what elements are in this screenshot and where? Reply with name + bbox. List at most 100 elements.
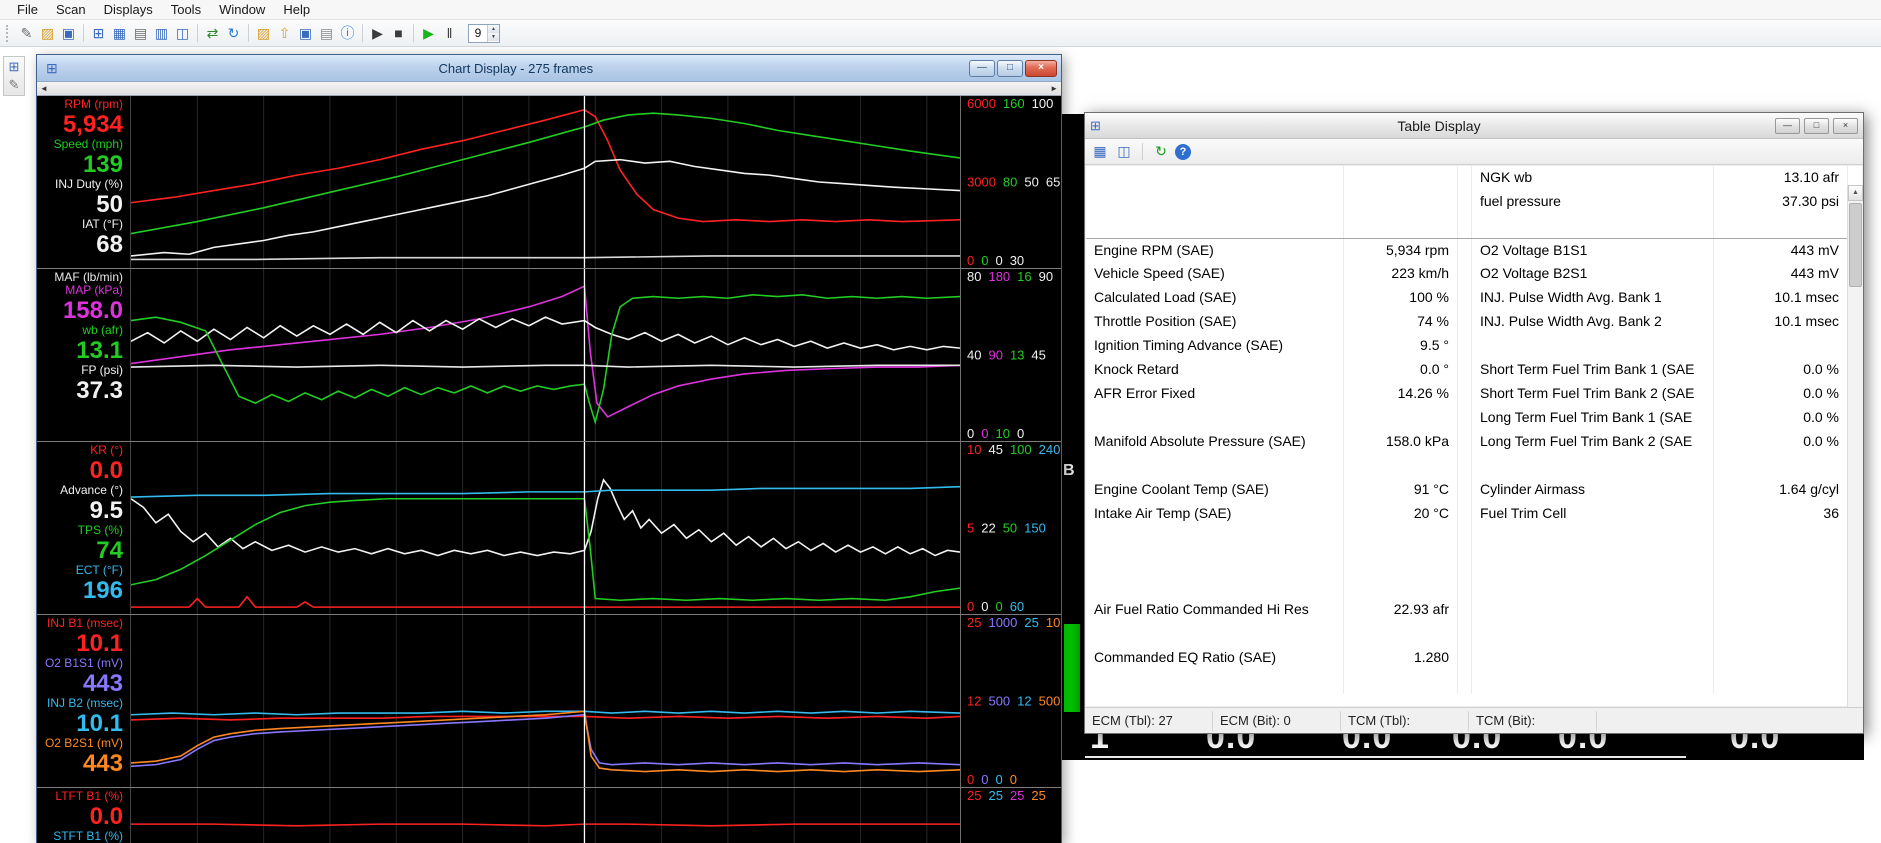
table-display-icon[interactable]: ▥ bbox=[151, 23, 172, 44]
param-name-cell[interactable]: Fuel Trim Cell bbox=[1472, 502, 1714, 526]
param-value-cell[interactable] bbox=[1344, 454, 1458, 478]
param-value-cell[interactable] bbox=[1344, 622, 1458, 646]
param-value-cell[interactable] bbox=[1344, 550, 1458, 574]
menu-item-displays[interactable]: Displays bbox=[95, 1, 162, 18]
param-name-cell[interactable]: fuel pressure bbox=[1472, 190, 1714, 214]
param-name-cell[interactable]: NGK wb bbox=[1472, 166, 1714, 190]
param-value-cell[interactable]: 14.26 % bbox=[1344, 382, 1458, 406]
param-value-cell[interactable]: 443 mV bbox=[1714, 262, 1848, 286]
param-name-cell[interactable] bbox=[1086, 190, 1344, 214]
param-name-cell[interactable]: Throttle Position (SAE) bbox=[1086, 310, 1344, 334]
toolbar-grip-handle[interactable] bbox=[6, 24, 10, 42]
start-monitor-icon[interactable]: ↻ bbox=[1151, 142, 1171, 162]
grid-icon[interactable]: ⊞ bbox=[9, 60, 20, 74]
param-name-cell[interactable] bbox=[1472, 526, 1714, 550]
spinner-arrows[interactable]: ▲ ▼ bbox=[487, 24, 499, 42]
param-name-cell[interactable]: Engine RPM (SAE) bbox=[1086, 239, 1344, 262]
param-name-cell[interactable] bbox=[1086, 622, 1344, 646]
param-name-cell[interactable] bbox=[1086, 574, 1344, 598]
menu-item-help[interactable]: Help bbox=[274, 1, 319, 18]
param-name-cell[interactable]: Vehicle Speed (SAE) bbox=[1086, 262, 1344, 286]
chart-display-icon[interactable]: ▦ bbox=[109, 23, 130, 44]
pencil-icon[interactable]: ✎ bbox=[16, 23, 37, 44]
param-value-cell[interactable] bbox=[1714, 646, 1848, 670]
plot-area[interactable] bbox=[130, 96, 961, 268]
param-name-cell[interactable] bbox=[1472, 334, 1714, 358]
param-value-cell[interactable]: 1.64 g/cyl bbox=[1714, 478, 1848, 502]
param-name-cell[interactable]: Cylinder Airmass bbox=[1472, 478, 1714, 502]
param-name-cell[interactable] bbox=[1086, 550, 1344, 574]
param-value-cell[interactable] bbox=[1714, 670, 1848, 694]
chart-maximize-button[interactable]: □ bbox=[997, 59, 1023, 77]
spinner-up-button[interactable]: ▲ bbox=[488, 24, 499, 33]
help-icon[interactable]: ? bbox=[1175, 143, 1191, 160]
save-log-icon[interactable]: ▣ bbox=[58, 23, 79, 44]
menu-item-tools[interactable]: Tools bbox=[162, 1, 210, 18]
play-log-icon[interactable]: ▶ bbox=[367, 23, 388, 44]
param-value-cell[interactable] bbox=[1714, 214, 1848, 238]
dtc-display-icon[interactable]: ◫ bbox=[172, 23, 193, 44]
chart-close-button[interactable]: × bbox=[1025, 59, 1057, 77]
open-log-icon[interactable]: ▨ bbox=[37, 23, 58, 44]
spinner-down-button[interactable]: ▼ bbox=[488, 32, 499, 41]
pause-live-icon[interactable]: ‖ bbox=[439, 23, 460, 44]
param-value-cell[interactable]: 5,934 rpm bbox=[1344, 239, 1458, 262]
pencil-icon[interactable]: ✎ bbox=[9, 78, 20, 92]
scroll-up-button[interactable]: ▲ bbox=[1848, 185, 1863, 201]
param-value-cell[interactable] bbox=[1714, 526, 1848, 550]
param-name-cell[interactable] bbox=[1472, 646, 1714, 670]
param-name-cell[interactable] bbox=[1086, 526, 1344, 550]
param-name-cell[interactable]: Long Term Fuel Trim Bank 1 (SAE bbox=[1472, 406, 1714, 430]
param-value-cell[interactable]: 74 % bbox=[1344, 310, 1458, 334]
param-value-cell[interactable] bbox=[1714, 454, 1848, 478]
chart-minimize-button[interactable]: — bbox=[969, 59, 995, 77]
chart-scroll-left-button[interactable]: ◄ bbox=[40, 84, 48, 93]
param-value-cell[interactable] bbox=[1714, 574, 1848, 598]
param-name-cell[interactable]: Manifold Absolute Pressure (SAE) bbox=[1086, 430, 1344, 454]
dashboard-display-icon[interactable]: ▤ bbox=[130, 23, 151, 44]
param-value-cell[interactable]: 100 % bbox=[1344, 286, 1458, 310]
connect-icon[interactable]: ⇄ bbox=[202, 23, 223, 44]
param-name-cell[interactable] bbox=[1472, 598, 1714, 622]
param-value-cell[interactable]: 13.10 afr bbox=[1714, 166, 1848, 190]
param-name-cell[interactable] bbox=[1086, 214, 1344, 238]
chart-window-titlebar[interactable]: ⊞ Chart Display - 275 frames — □ × bbox=[37, 55, 1061, 82]
param-value-cell[interactable]: 10.1 msec bbox=[1714, 310, 1848, 334]
table-close-button[interactable]: × bbox=[1833, 117, 1858, 134]
grid-display-icon[interactable]: ⊞ bbox=[88, 23, 109, 44]
plot-area[interactable] bbox=[130, 269, 961, 441]
param-value-cell[interactable]: 9.5 ° bbox=[1344, 334, 1458, 358]
param-value-cell[interactable]: 1.280 bbox=[1344, 646, 1458, 670]
menu-item-scan[interactable]: Scan bbox=[47, 1, 95, 18]
param-name-cell[interactable]: Intake Air Temp (SAE) bbox=[1086, 502, 1344, 526]
param-value-cell[interactable]: 0.0 % bbox=[1714, 382, 1848, 406]
menu-item-file[interactable]: File bbox=[8, 1, 47, 18]
param-value-cell[interactable] bbox=[1344, 670, 1458, 694]
param-value-cell[interactable]: 0.0 ° bbox=[1344, 358, 1458, 382]
param-name-cell[interactable]: AFR Error Fixed bbox=[1086, 382, 1344, 406]
param-value-cell[interactable]: 0.0 % bbox=[1714, 430, 1848, 454]
menu-item-window[interactable]: Window bbox=[210, 1, 274, 18]
param-value-cell[interactable] bbox=[1344, 574, 1458, 598]
info-icon[interactable]: ⓘ bbox=[337, 23, 358, 44]
param-value-cell[interactable]: 158.0 kPa bbox=[1344, 430, 1458, 454]
param-value-cell[interactable]: 36 bbox=[1714, 502, 1848, 526]
param-name-cell[interactable]: INJ. Pulse Width Avg. Bank 2 bbox=[1472, 310, 1714, 334]
param-value-cell[interactable]: 443 mV bbox=[1714, 239, 1848, 262]
table-minimize-button[interactable]: — bbox=[1775, 117, 1800, 134]
param-name-cell[interactable]: Short Term Fuel Trim Bank 1 (SAE bbox=[1472, 358, 1714, 382]
param-value-cell[interactable]: 37.30 psi bbox=[1714, 190, 1848, 214]
param-value-cell[interactable]: 22.93 afr bbox=[1344, 598, 1458, 622]
param-value-cell[interactable] bbox=[1714, 550, 1848, 574]
param-name-cell[interactable] bbox=[1472, 622, 1714, 646]
refresh-icon[interactable]: ↻ bbox=[223, 23, 244, 44]
notes-icon[interactable]: ▤ bbox=[316, 23, 337, 44]
param-name-cell[interactable] bbox=[1472, 670, 1714, 694]
param-value-cell[interactable]: 0.0 % bbox=[1714, 406, 1848, 430]
param-name-cell[interactable]: Air Fuel Ratio Commanded Hi Res bbox=[1086, 598, 1344, 622]
param-name-cell[interactable] bbox=[1086, 670, 1344, 694]
save-session-icon[interactable]: ▣ bbox=[295, 23, 316, 44]
param-name-cell[interactable]: Long Term Fuel Trim Bank 2 (SAE bbox=[1472, 430, 1714, 454]
param-name-cell[interactable] bbox=[1472, 574, 1714, 598]
param-name-cell[interactable]: INJ. Pulse Width Avg. Bank 1 bbox=[1472, 286, 1714, 310]
